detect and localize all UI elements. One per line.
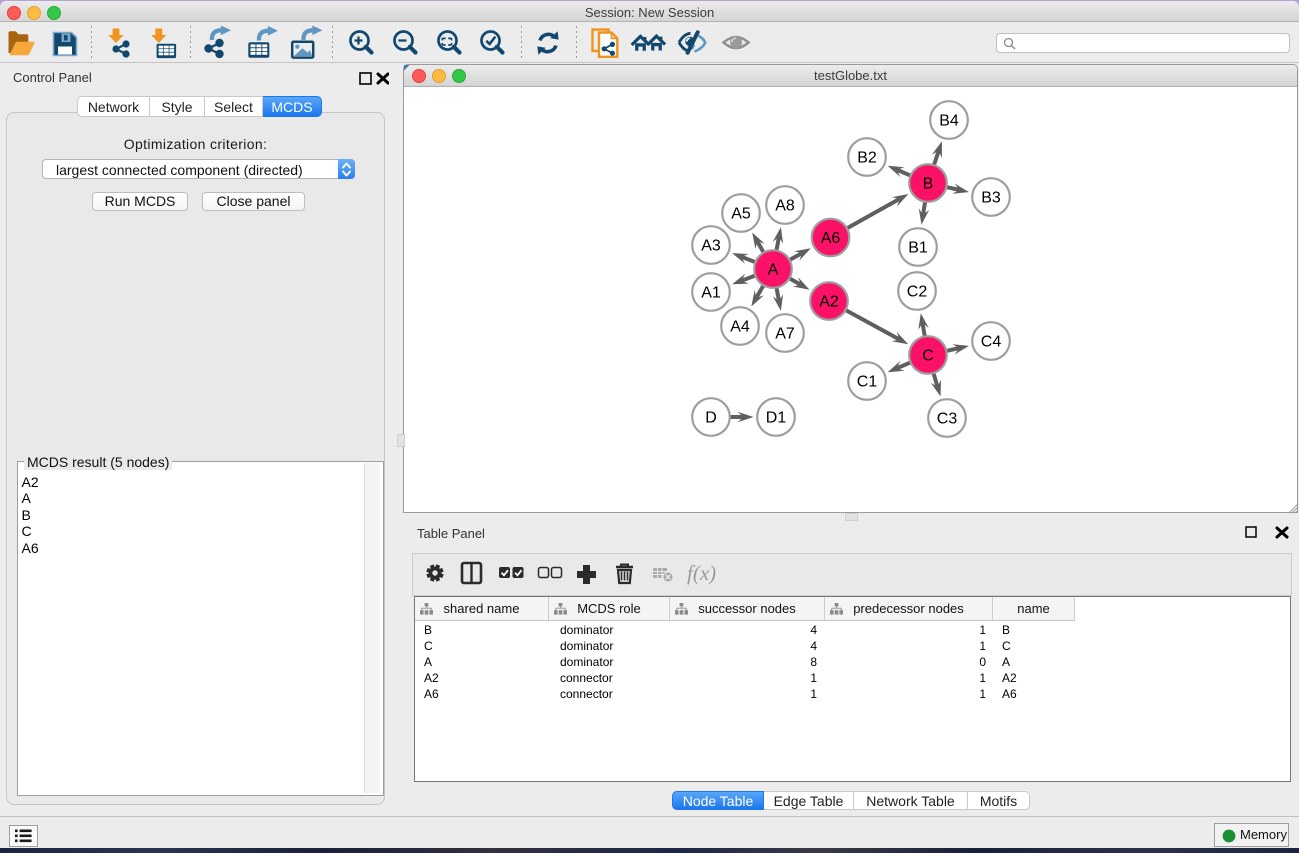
svg-text:D: D	[705, 410, 717, 427]
svg-text:C2: C2	[907, 284, 928, 301]
svg-text:C: C	[922, 348, 934, 365]
svg-text:C1: C1	[857, 374, 878, 391]
svg-text:A2: A2	[819, 294, 839, 311]
svg-text:A3: A3	[701, 238, 721, 255]
svg-text:D1: D1	[766, 410, 787, 427]
svg-text:B: B	[923, 176, 934, 193]
svg-text:A8: A8	[775, 198, 795, 215]
svg-text:C4: C4	[981, 334, 1002, 351]
svg-text:A1: A1	[701, 285, 721, 302]
svg-text:A6: A6	[821, 230, 841, 247]
svg-text:f(x): f(x)	[687, 561, 716, 585]
svg-text:A5: A5	[731, 206, 751, 223]
svg-text:B4: B4	[939, 113, 959, 130]
svg-text:A7: A7	[775, 326, 795, 343]
svg-text:C3: C3	[937, 411, 958, 428]
svg-text:B3: B3	[981, 190, 1001, 207]
svg-text:A: A	[768, 262, 779, 279]
svg-text:B2: B2	[857, 150, 877, 167]
svg-text:B1: B1	[908, 240, 928, 257]
svg-text:A4: A4	[730, 319, 750, 336]
